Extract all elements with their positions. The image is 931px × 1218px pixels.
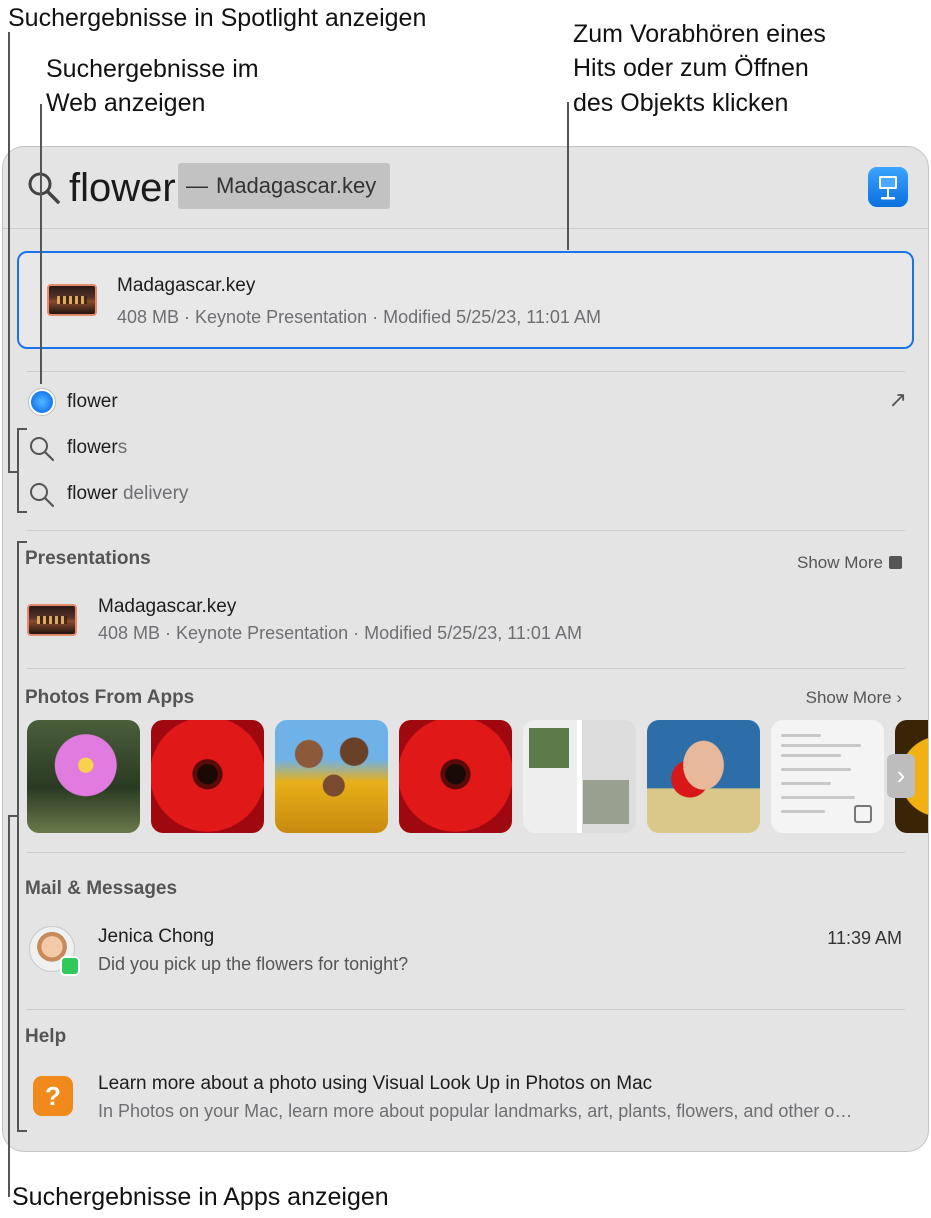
callout-line-apps-tick — [8, 815, 18, 817]
photo-thumbnail[interactable] — [647, 720, 760, 833]
photo-thumbnail[interactable] — [275, 720, 388, 833]
live-text-icon — [854, 805, 872, 823]
photo-thumbnail[interactable] — [27, 720, 140, 833]
text-line — [781, 796, 855, 799]
search-suggestion[interactable]: flower delivery — [23, 475, 913, 515]
section-title-photos: Photos From Apps — [25, 687, 195, 708]
suggestion-query: flower — [67, 391, 118, 412]
bracket-apps — [17, 541, 19, 1131]
help-subtitle: In Photos on your Mac, learn more about … — [98, 1101, 853, 1121]
presentations-show-more[interactable]: Show More — [797, 553, 902, 573]
callout-line-apps — [8, 815, 10, 1197]
web-suggestion-text: flower — [67, 391, 118, 413]
photo-strip — [25, 720, 928, 834]
completion-text: Madagascar.key — [216, 173, 377, 198]
text-line — [781, 810, 825, 813]
photo-thumbnail[interactable] — [523, 720, 636, 833]
top-hit-subtitle: 408 MB · Keynote Presentation · Modified… — [117, 307, 601, 327]
bracket-apps-bottom — [17, 1130, 27, 1132]
divider-mail — [27, 1009, 905, 1010]
keynote-file-thumbnail — [47, 284, 97, 316]
suggestion-query: flower — [67, 483, 118, 504]
callout-preview-line2: Hits oder zum Öffnen — [573, 54, 809, 82]
bracket-suggestions-bottom — [17, 511, 27, 513]
top-hit-title: Madagascar.key — [117, 275, 256, 296]
search-icon — [30, 483, 55, 508]
callout-web-line1: Suchergebnisse im — [46, 55, 259, 83]
search-completion: — Madagascar.key — [178, 163, 391, 209]
message-time: 11:39 AM — [827, 928, 902, 948]
suggestion-completion: delivery — [117, 483, 189, 504]
callout-web-line2: Web anzeigen — [46, 89, 206, 117]
spotlight-panel: flower — Madagascar.key Madagascar.key 40… — [2, 146, 929, 1152]
keynote-app-icon[interactable] — [868, 167, 908, 207]
callout-apps: Suchergebnisse in Apps anzeigen — [12, 1183, 389, 1211]
search-suggestion-text: flower delivery — [67, 483, 188, 505]
messages-badge-icon — [60, 956, 80, 976]
callout-spotlight: Suchergebnisse in Spotlight anzeigen — [8, 4, 427, 32]
search-suggestion[interactable]: flowers — [23, 429, 913, 469]
callout-preview-line3: des Objekts klicken — [573, 89, 789, 117]
completion-dash: — — [186, 173, 208, 198]
text-line — [781, 744, 861, 747]
search-icon — [30, 437, 55, 462]
presentation-title: Madagascar.key — [98, 596, 237, 617]
callout-line-spotlight — [8, 32, 10, 472]
text-line — [781, 734, 821, 737]
text-line — [781, 768, 851, 771]
photo-thumbnail[interactable] — [151, 720, 264, 833]
show-more-label: Show More — [797, 553, 883, 572]
web-suggestion[interactable]: flower ↗ — [23, 383, 913, 423]
top-hit-result[interactable]: Madagascar.key 408 MB · Keynote Presenta… — [17, 251, 914, 349]
presentation-subtitle: 408 MB · Keynote Presentation · Modified… — [98, 623, 582, 643]
text-line — [781, 754, 841, 757]
divider-presentations — [27, 668, 905, 669]
bracket-suggestions — [17, 428, 19, 512]
section-title-help: Help — [25, 1026, 67, 1047]
search-query[interactable]: flower — [69, 164, 176, 212]
divider-photos — [27, 852, 905, 853]
document-scan-thumbnail[interactable] — [771, 720, 884, 833]
search-bar[interactable]: flower — Madagascar.key — [3, 147, 928, 229]
search-icon — [28, 172, 60, 204]
divider-top-hit — [27, 371, 905, 372]
help-book-icon: ? — [33, 1076, 73, 1116]
divider-suggestions — [27, 530, 905, 531]
bracket-apps-top — [17, 541, 27, 543]
callout-line-preview — [567, 102, 569, 250]
photos-show-more[interactable]: Show More › — [806, 688, 902, 708]
section-title-presentations: Presentations — [25, 548, 151, 569]
keynote-file-thumbnail — [27, 604, 77, 636]
search-divider — [3, 228, 928, 229]
bracket-suggestions-top — [17, 428, 27, 430]
search-suggestion-text: flowers — [67, 437, 127, 459]
help-title: Learn more about a photo using Visual Lo… — [98, 1073, 653, 1094]
callout-preview-line1: Zum Vorabhören eines — [573, 20, 826, 48]
suggestion-query: flower — [67, 437, 118, 458]
open-in-browser-icon[interactable]: ↗ — [889, 387, 907, 413]
callout-line-web — [40, 104, 42, 384]
presentation-result[interactable]: Madagascar.key 408 MB · Keynote Presenta… — [17, 587, 913, 647]
text-line — [781, 782, 831, 785]
suggestion-completion: s — [117, 437, 128, 458]
show-more-icon — [889, 556, 902, 569]
section-title-mail: Mail & Messages — [25, 878, 178, 899]
safari-icon — [29, 389, 55, 415]
photo-thumbnail[interactable] — [399, 720, 512, 833]
message-sender: Jenica Chong — [98, 926, 215, 947]
message-preview: Did you pick up the flowers for tonight? — [98, 954, 409, 974]
next-photos-button[interactable]: › — [887, 754, 915, 798]
